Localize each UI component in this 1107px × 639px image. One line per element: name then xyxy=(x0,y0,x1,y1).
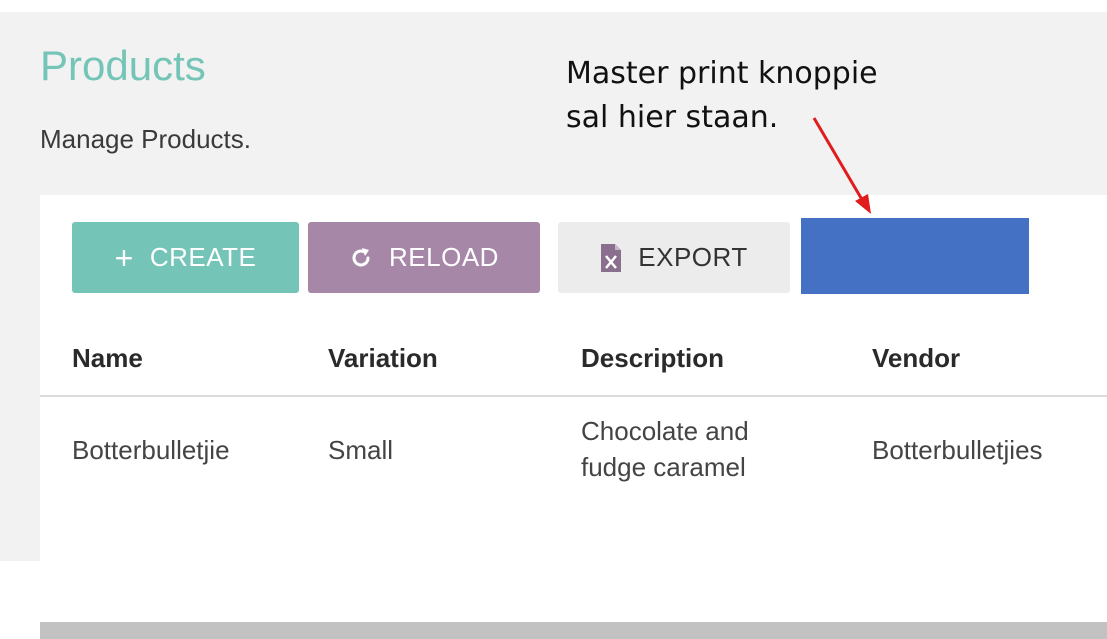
reload-button[interactable]: RELOAD xyxy=(308,222,540,293)
export-button-label: EXPORT xyxy=(638,242,748,272)
refresh-icon xyxy=(349,246,373,270)
reload-button-label: RELOAD xyxy=(389,242,499,272)
annotation-note: Master print knoppie sal hier staan. xyxy=(566,52,878,140)
plus-icon: + xyxy=(114,239,134,276)
products-card: + CREATE RELOAD EXPORT Name Variation De… xyxy=(40,195,1107,639)
column-header-description[interactable]: Description xyxy=(581,343,724,374)
annotation-line-2: sal hier staan. xyxy=(566,100,779,135)
column-header-variation[interactable]: Variation xyxy=(328,343,438,374)
cell-description-line-1: Chocolate and xyxy=(581,416,749,446)
annotation-line-1: Master print knoppie xyxy=(566,56,878,91)
cell-description-line-2: fudge caramel xyxy=(581,452,746,482)
column-header-vendor[interactable]: Vendor xyxy=(872,343,960,374)
master-print-button-placeholder[interactable] xyxy=(801,218,1029,294)
create-button-label: CREATE xyxy=(149,242,257,272)
excel-file-icon xyxy=(600,243,622,273)
table-header-divider xyxy=(40,395,1107,397)
page-subtitle: Manage Products. xyxy=(40,124,252,154)
cell-vendor: Botterbulletjies xyxy=(872,435,1043,465)
cell-variation: Small xyxy=(328,435,394,465)
export-button[interactable]: EXPORT xyxy=(558,222,790,293)
page-title: Products xyxy=(40,42,206,89)
create-button[interactable]: + CREATE xyxy=(72,222,299,293)
cell-name: Botterbulletjie xyxy=(72,435,230,465)
horizontal-scrollbar[interactable] xyxy=(40,622,1107,639)
cell-description: Chocolate and fudge caramel xyxy=(581,413,749,485)
column-header-name[interactable]: Name xyxy=(72,343,143,374)
